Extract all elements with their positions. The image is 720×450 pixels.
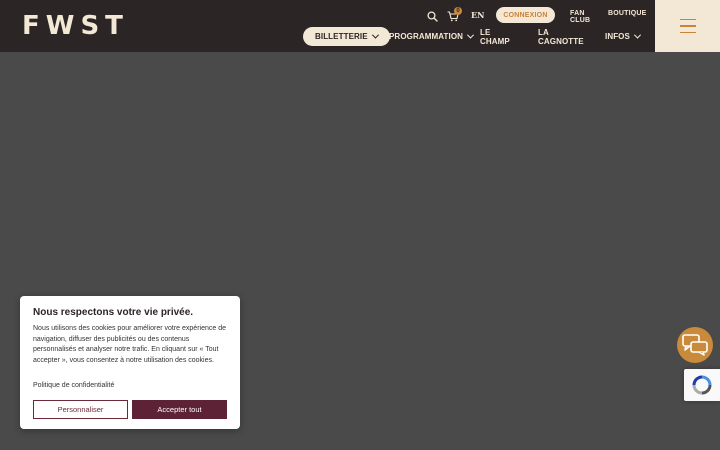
boutique-link[interactable]: BOUTIQUE — [608, 10, 647, 17]
chat-bubbles-icon — [682, 334, 708, 356]
hamburger-icon — [679, 19, 696, 21]
site-header: FWST 0 EN CONNEXION FAN CLUB BOUTIQUE BI… — [0, 0, 720, 52]
nav-item-billetterie[interactable]: BILLETTERIE — [303, 27, 390, 46]
customize-button[interactable]: Personnaliser — [33, 400, 128, 419]
nav-item-label: INFOS — [605, 32, 630, 41]
site-logo[interactable]: FWST — [22, 13, 129, 39]
chat-button[interactable] — [677, 327, 713, 363]
nav-item-la-cagnotte[interactable]: LA CAGNOTTE — [538, 27, 584, 46]
fan-club-link[interactable]: FAN CLUB — [570, 10, 590, 24]
cart-count-badge: 0 — [454, 7, 462, 15]
cookie-title: Nous respectons votre vie privée. — [33, 307, 194, 318]
connexion-button[interactable]: CONNEXION — [496, 7, 555, 23]
nav-item-infos[interactable]: INFOS — [605, 27, 641, 46]
nav-item-le-champ[interactable]: LE CHAMP — [480, 27, 510, 46]
recaptcha-icon — [692, 375, 712, 395]
accept-all-button[interactable]: Accepter tout — [132, 400, 227, 419]
language-switch[interactable]: EN — [471, 10, 484, 20]
nav-item-label: BILLETTERIE — [315, 32, 368, 41]
recaptcha-badge[interactable] — [684, 369, 720, 401]
chevron-down-icon — [633, 31, 641, 39]
privacy-policy-link[interactable]: Politique de confidentialité — [33, 382, 114, 389]
chevron-down-icon — [467, 31, 475, 39]
hamburger-menu-button[interactable] — [655, 0, 720, 52]
nav-item-label: LE CHAMP — [480, 27, 510, 46]
nav-item-programmation[interactable]: PROGRAMMATION — [389, 27, 475, 46]
search-icon[interactable] — [424, 8, 440, 24]
cookie-body-text: Nous utilisons des cookies pour améliore… — [33, 325, 226, 364]
nav-item-label: LA CAGNOTTE — [538, 27, 584, 46]
nav-item-label: PROGRAMMATION — [389, 32, 464, 41]
cookie-consent-dialog: Nous respectons votre vie privée. Nous u… — [20, 296, 240, 429]
chevron-down-icon — [371, 31, 379, 39]
